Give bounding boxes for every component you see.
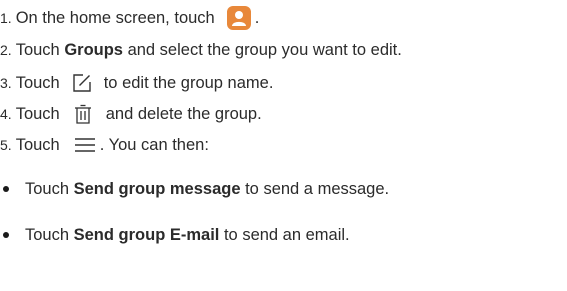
bullet-item-2: Touch Send group E-mail to send an email… [0,220,350,250]
step-text-end: . [254,8,260,27]
bullet-text: Touch [25,179,74,198]
send-group-message-label: Send group message [73,179,241,198]
bullet-text-end: to send an email. [219,225,350,244]
step-number: 1. [0,10,12,26]
step-text: On the home screen, touch [15,8,215,27]
step-2: 2. Touch Groups and select the group you… [0,35,402,65]
menu-icon [74,137,96,153]
step-text-end: . You can then: [99,135,209,154]
step-number: 2. [0,42,12,58]
step-number: 3. [0,75,12,91]
bullet-text: Touch [25,225,74,244]
trash-icon [74,104,92,124]
step-text: Touch [15,40,65,59]
edit-icon [72,73,92,93]
step-text: Touch [15,104,60,123]
step-text-end: to edit the group name. [103,73,274,92]
bullet-text-end: to send a message. [240,179,390,198]
step-text-end: and delete the group. [105,104,262,123]
contacts-app-icon [226,6,251,30]
bullet-dot [3,186,9,192]
step-text-end: and select the group you want to edit. [122,40,402,59]
step-1: 1. On the home screen, touch . [0,3,259,33]
step-text: Touch [15,73,60,92]
step-5: 5. Touch . You can then: [0,130,209,160]
send-group-email-label: Send group E-mail [73,225,220,244]
step-number: 4. [0,106,12,122]
step-3: 3. Touch to edit the group name. [0,68,273,98]
step-4: 4. Touch and delete the group. [0,99,262,129]
groups-label: Groups [64,40,123,59]
bullet-item-1: Touch Send group message to send a messa… [0,174,389,204]
bullet-dot [3,232,9,238]
step-number: 5. [0,137,12,153]
step-text: Touch [15,135,60,154]
